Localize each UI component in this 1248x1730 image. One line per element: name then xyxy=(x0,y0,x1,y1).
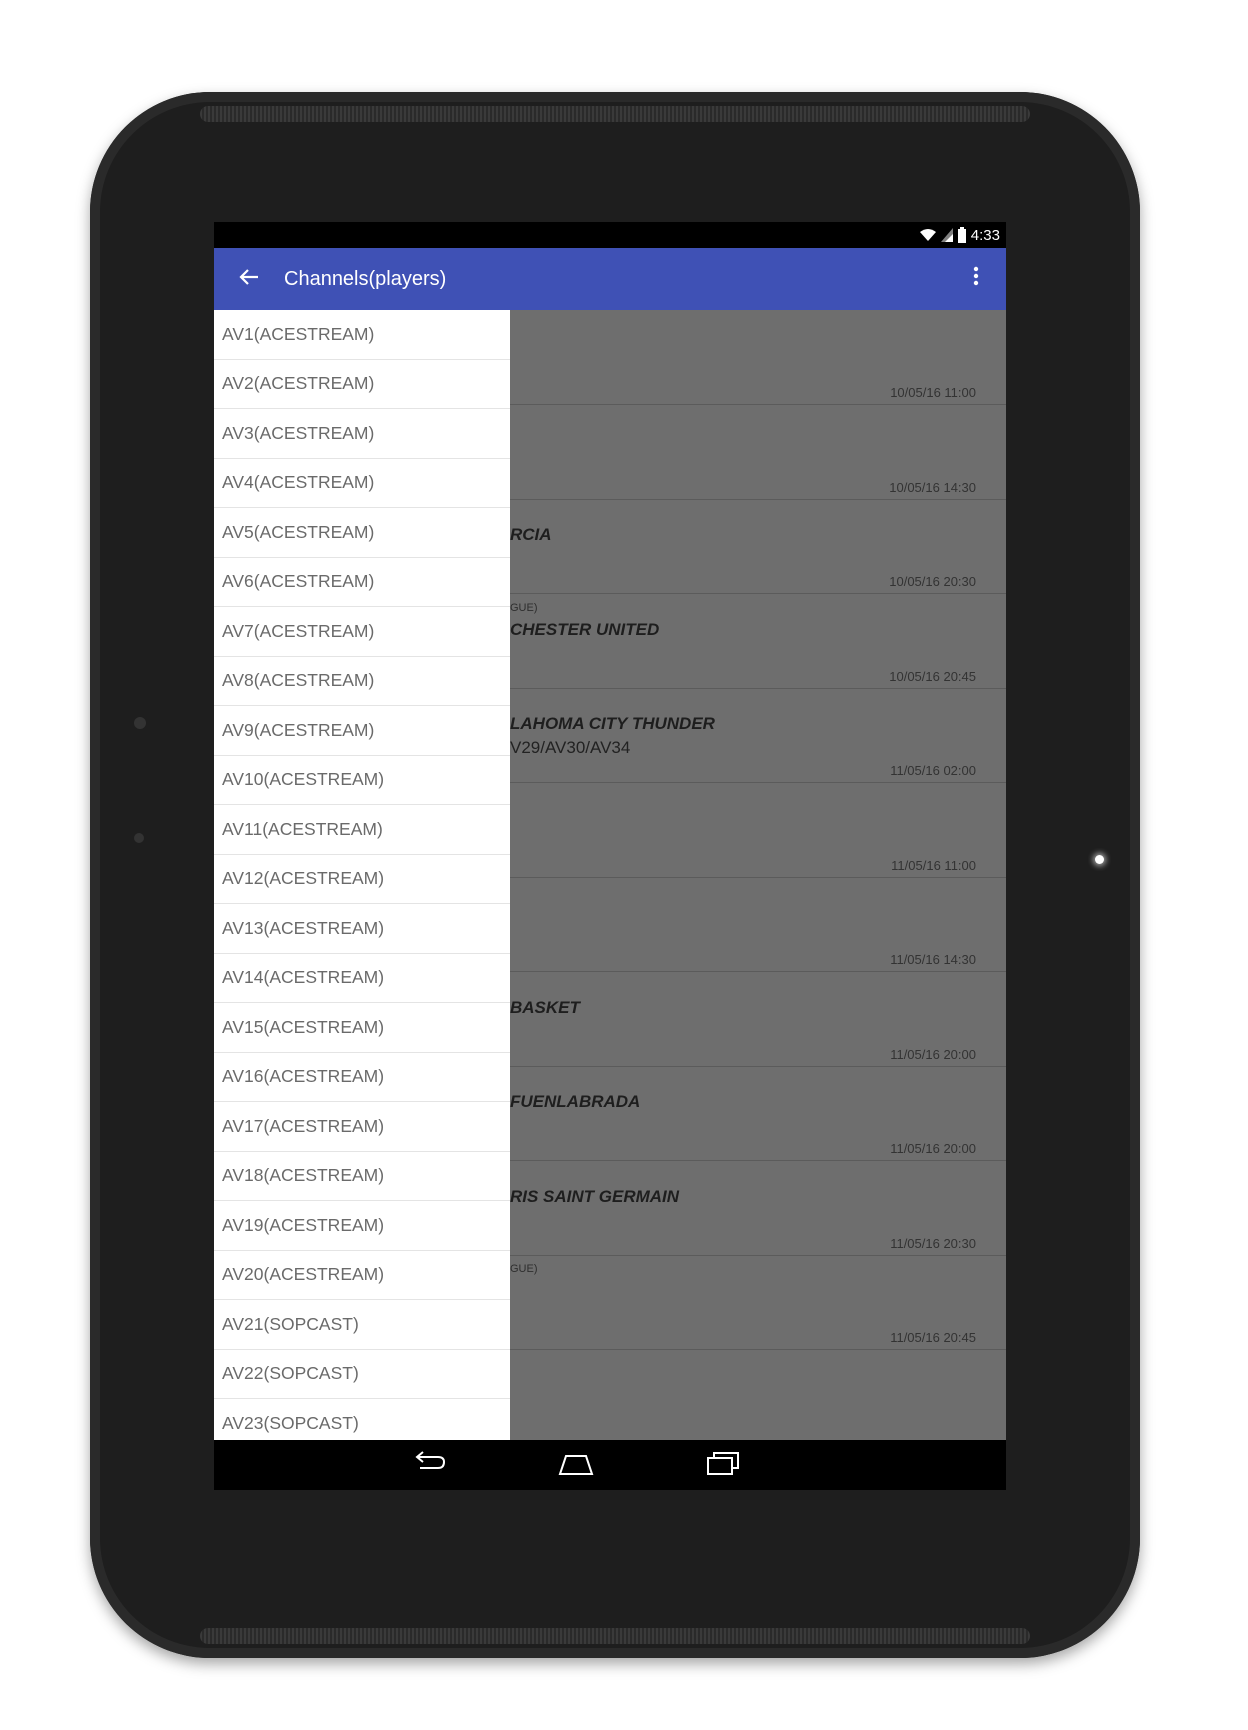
drawer-item[interactable]: AV8(ACESTREAM) xyxy=(214,657,510,706)
drawer-item[interactable]: AV2(ACESTREAM) xyxy=(214,360,510,409)
drawer-item[interactable]: AV22(SOPCAST) xyxy=(214,1350,510,1399)
drawer-item[interactable]: AV18(ACESTREAM) xyxy=(214,1152,510,1201)
match-date: 10/05/16 11:00 xyxy=(890,385,976,400)
page-title: Channels(players) xyxy=(284,267,447,290)
notification-light xyxy=(1095,855,1104,864)
drawer-item[interactable]: AV14(ACESTREAM) xyxy=(214,954,510,1003)
match-date: 10/05/16 20:45 xyxy=(889,668,976,684)
top-speaker-grille xyxy=(200,106,1030,122)
home-icon[interactable] xyxy=(556,1448,596,1480)
drawer-item[interactable]: AV9(ACESTREAM) xyxy=(214,706,510,756)
front-camera xyxy=(134,833,144,843)
arrow-left-icon[interactable] xyxy=(214,265,284,293)
match-date: 11/05/16 20:45 xyxy=(890,1330,976,1345)
drawer-item[interactable]: AV23(SOPCAST) xyxy=(214,1399,510,1440)
recents-icon[interactable] xyxy=(702,1448,742,1480)
drawer-item[interactable]: AV7(ACESTREAM) xyxy=(214,607,510,657)
match-date: 10/05/16 14:30 xyxy=(889,479,976,495)
drawer-item[interactable]: AV12(ACESTREAM) xyxy=(214,855,510,904)
drawer-item[interactable]: AV19(ACESTREAM) xyxy=(214,1201,510,1251)
drawer-item[interactable]: AV10(ACESTREAM) xyxy=(214,756,510,805)
drawer-item[interactable]: AV16(ACESTREAM) xyxy=(214,1053,510,1102)
wifi-icon xyxy=(919,229,936,241)
front-sensor xyxy=(134,717,146,729)
match-teams: RCIA xyxy=(510,525,552,544)
match-teams: BASKET xyxy=(510,997,580,1017)
match-date: 11/05/16 14:30 xyxy=(890,952,976,967)
match-date: 11/05/16 20:00 xyxy=(890,1046,976,1062)
signal-icon xyxy=(940,228,953,242)
battery-icon xyxy=(957,227,966,243)
drawer-item[interactable]: AV21(SOPCAST) xyxy=(214,1300,510,1350)
drawer-item[interactable]: AV11(ACESTREAM) xyxy=(214,805,510,855)
screen: 4:33 Channels(players) 10/05/16 11:00 10/… xyxy=(214,222,1006,1490)
drawer-item[interactable]: AV15(ACESTREAM) xyxy=(214,1003,510,1053)
status-bar: 4:33 xyxy=(214,222,1006,248)
more-vert-icon[interactable] xyxy=(946,266,1006,292)
drawer-item[interactable]: AV17(ACESTREAM) xyxy=(214,1102,510,1152)
app-bar: Channels(players) xyxy=(214,248,1006,310)
match-teams: CHESTER UNITED xyxy=(510,619,660,639)
drawer-item[interactable]: AV5(ACESTREAM) xyxy=(214,508,510,558)
back-icon[interactable] xyxy=(410,1448,450,1480)
drawer-item[interactable]: AV3(ACESTREAM) xyxy=(214,409,510,459)
status-time: 4:33 xyxy=(970,226,1000,244)
match-league: GUE) xyxy=(510,1263,538,1275)
match-date: 10/05/16 20:30 xyxy=(889,574,976,589)
match-date: 11/05/16 11:00 xyxy=(891,857,976,873)
channel-drawer: AV1(ACESTREAM) AV2(ACESTREAM) AV3(ACESTREA… xyxy=(214,310,510,1440)
match-date: 11/05/16 20:30 xyxy=(890,1235,976,1251)
bottom-speaker-grille xyxy=(200,1628,1030,1644)
match-teams: LAHOMA CITY THUNDER xyxy=(510,714,715,733)
match-date: 11/05/16 02:00 xyxy=(890,763,976,778)
drawer-item[interactable]: AV1(ACESTREAM) xyxy=(214,310,510,360)
match-teams: FUENLABRADA xyxy=(510,1092,641,1111)
drawer-item[interactable]: AV20(ACESTREAM) xyxy=(214,1251,510,1300)
drawer-item[interactable]: AV6(ACESTREAM) xyxy=(214,558,510,607)
match-channels: V29/AV30/AV34 xyxy=(510,738,631,757)
match-teams: RIS SAINT GERMAIN xyxy=(510,1186,680,1206)
match-date: 11/05/16 20:00 xyxy=(890,1141,976,1156)
navigation-bar xyxy=(214,1440,1006,1490)
drawer-item[interactable]: AV4(ACESTREAM) xyxy=(214,459,510,508)
drawer-item[interactable]: AV13(ACESTREAM) xyxy=(214,904,510,954)
match-league: GUE) xyxy=(510,601,538,614)
